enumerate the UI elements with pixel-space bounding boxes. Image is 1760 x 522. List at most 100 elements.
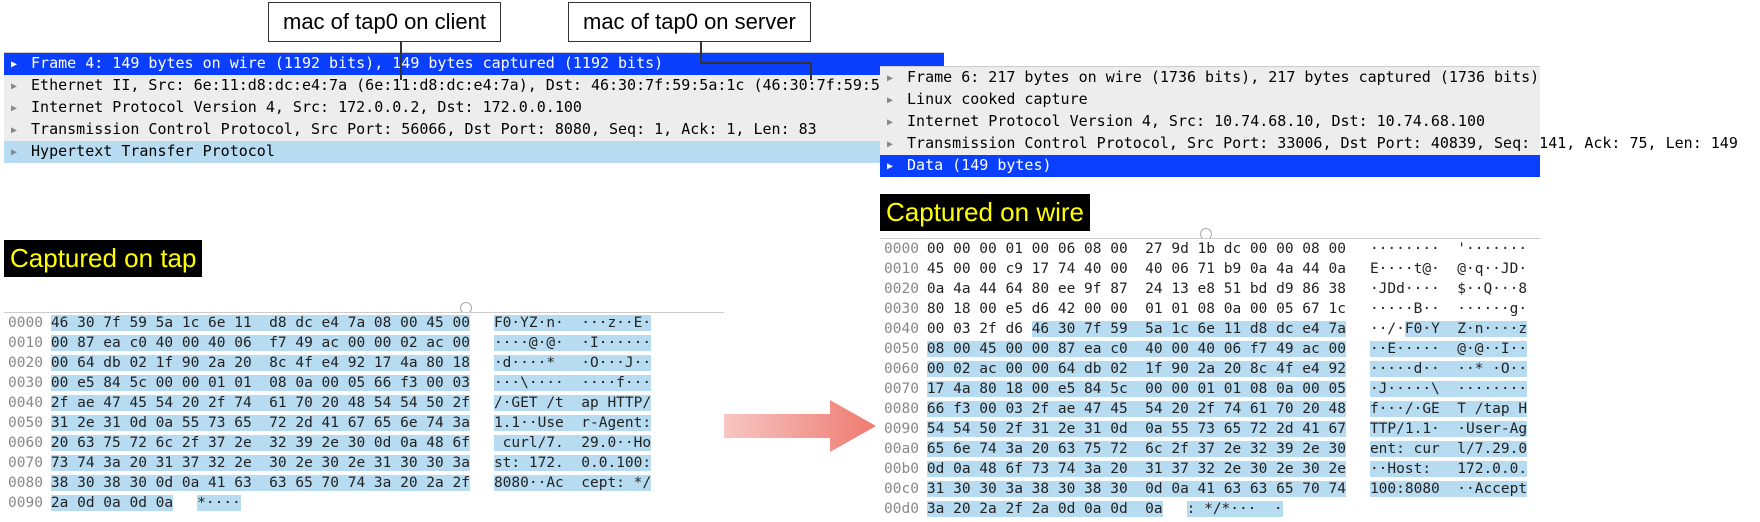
hex-ascii: ent: cur l/7.29.0: [1346, 439, 1527, 459]
callout-line-server-v2: [810, 62, 812, 80]
protocol-row[interactable]: ▶ Internet Protocol Version 4, Src: 10.7…: [880, 111, 1540, 133]
hex-offset: 0030: [4, 373, 51, 393]
label-captured-tap: Captured on tap: [4, 240, 202, 277]
hex-ascii: 8080··Ac cept: */: [470, 473, 651, 493]
hex-row[interactable]: 006020 63 75 72 6c 2f 37 2e 32 39 2e 30 …: [4, 433, 724, 453]
hex-row[interactable]: 00a065 6e 74 3a 20 63 75 72 6c 2f 37 2e …: [880, 439, 1540, 459]
hex-bytes: 65 6e 74 3a 20 63 75 72 6c 2f 37 2e 32 3…: [927, 439, 1346, 459]
hex-bytes: 54 54 50 2f 31 2e 31 0d 0a 55 73 65 72 2…: [927, 419, 1346, 439]
hex-offset: 00c0: [880, 479, 927, 499]
hex-offset: 0030: [880, 299, 927, 319]
hex-bytes: 45 00 00 c9 17 74 40 00 40 06 71 b9 0a 4…: [927, 259, 1346, 279]
expand-triangle-icon[interactable]: ▶: [6, 121, 22, 141]
protocol-text: Internet Protocol Version 4, Src: 10.74.…: [898, 112, 1485, 130]
hex-bytes: 08 00 45 00 00 87 ea c0 40 00 40 06 f7 4…: [927, 339, 1346, 359]
hex-offset: 0060: [880, 359, 927, 379]
hex-row[interactable]: 005031 2e 31 0d 0a 55 73 65 72 2d 41 67 …: [4, 413, 724, 433]
hex-offset: 0070: [880, 379, 927, 399]
hex-offset: 0010: [880, 259, 927, 279]
hex-bytes: 0d 0a 48 6f 73 74 3a 20 31 37 32 2e 30 2…: [927, 459, 1346, 479]
hex-bytes: 2f ae 47 45 54 20 2f 74 61 70 20 48 54 5…: [51, 393, 470, 413]
protocol-row[interactable]: ▶ Frame 6: 217 bytes on wire (1736 bits)…: [880, 67, 1540, 89]
hex-row[interactable]: 009054 54 50 2f 31 2e 31 0d 0a 55 73 65 …: [880, 419, 1540, 439]
hex-bytes: 73 74 3a 20 31 37 32 2e 30 2e 30 2e 31 3…: [51, 453, 470, 473]
hex-row[interactable]: 00b00d 0a 48 6f 73 74 3a 20 31 37 32 2e …: [880, 459, 1540, 479]
hex-ascii: ·d····* ·O···J··: [470, 353, 651, 373]
hex-row[interactable]: 003000 e5 84 5c 00 00 01 01 08 0a 00 05 …: [4, 373, 724, 393]
hex-bytes: 17 4a 80 18 00 e5 84 5c 00 00 01 01 08 0…: [927, 379, 1346, 399]
expand-triangle-icon[interactable]: ▶: [882, 135, 898, 155]
protocol-row[interactable]: ▶ Hypertext Transfer Protocol: [4, 141, 944, 163]
hex-bytes: 00 87 ea c0 40 00 40 06 f7 49 ac 00 00 0…: [51, 333, 470, 353]
hex-offset: 0050: [4, 413, 51, 433]
protocol-row[interactable]: ▶ Transmission Control Protocol, Src Por…: [4, 119, 944, 141]
hex-row[interactable]: 00c031 30 30 3a 38 30 38 30 0d 0a 41 63 …: [880, 479, 1540, 499]
hex-offset: 0040: [4, 393, 51, 413]
hex-row[interactable]: 007073 74 3a 20 31 37 32 2e 30 2e 30 2e …: [4, 453, 724, 473]
hex-bytes: 00 64 db 02 1f 90 2a 20 8c 4f e4 92 17 4…: [51, 353, 470, 373]
hex-ascii: ········ '·······: [1346, 239, 1527, 259]
hex-ascii: ···\···· ····f···: [470, 373, 651, 393]
hex-row[interactable]: 006000 02 ac 00 00 64 db 02 1f 90 2a 20 …: [880, 359, 1540, 379]
hex-bytes: 46 30 7f 59 5a 1c 6e 11 d8 dc e4 7a 08 0…: [51, 313, 470, 333]
hex-row[interactable]: 000000 00 00 01 00 06 08 00 27 9d 1b dc …: [880, 239, 1540, 259]
hex-row[interactable]: 008066 f3 00 03 2f ae 47 45 54 20 2f 74 …: [880, 399, 1540, 419]
protocol-row[interactable]: ▶ Transmission Control Protocol, Src Por…: [880, 133, 1540, 155]
protocol-row[interactable]: ▶ Ethernet II, Src: 6e:11:d8:dc:e4:7a (6…: [4, 75, 944, 97]
expand-triangle-icon[interactable]: ▶: [6, 77, 22, 97]
hex-bytes: 3a 20 2a 2f 2a 0d 0a 0d 0a: [927, 499, 1163, 519]
hex-row[interactable]: 004000 03 2f d6 46 30 7f 59 5a 1c 6e 11 …: [880, 319, 1540, 339]
hex-offset: 0000: [880, 239, 927, 259]
hex-row[interactable]: 00402f ae 47 45 54 20 2f 74 61 70 20 48 …: [4, 393, 724, 413]
hex-offset: 00a0: [880, 439, 927, 459]
expand-triangle-icon[interactable]: ▶: [6, 143, 22, 163]
hex-row[interactable]: 008038 30 38 30 0d 0a 41 63 63 65 70 74 …: [4, 473, 724, 493]
expand-triangle-icon[interactable]: ▶: [882, 91, 898, 111]
expand-triangle-icon[interactable]: ▶: [6, 99, 22, 119]
expand-triangle-icon[interactable]: ▶: [882, 157, 898, 177]
hex-row[interactable]: 001045 00 00 c9 17 74 40 00 40 06 71 b9 …: [880, 259, 1540, 279]
hex-ascii: ··/·F0·Y Z·n····z: [1346, 319, 1527, 339]
hex-ascii: ·····B·· ······g·: [1346, 299, 1527, 319]
hex-ascii: ·····d·· ··* ·O··: [1346, 359, 1527, 379]
protocol-text: Transmission Control Protocol, Src Port:…: [22, 120, 817, 138]
hex-ascii: *····: [173, 493, 241, 513]
protocol-text: Frame 6: 217 bytes on wire (1736 bits), …: [898, 68, 1539, 86]
hex-row[interactable]: 00d03a 20 2a 2f 2a 0d 0a 0d 0a: */*··· ·: [880, 499, 1540, 519]
hex-ascii: F0·YZ·n· ···z··E·: [470, 313, 651, 333]
hex-ascii: 1.1··Use r-Agent:: [470, 413, 651, 433]
protocol-text: Linux cooked capture: [898, 90, 1088, 108]
packet-dissection-left[interactable]: ▶ Frame 4: 149 bytes on wire (1192 bits)…: [4, 52, 944, 163]
hex-row[interactable]: 00902a 0d 0a 0d 0a*····: [4, 493, 724, 513]
protocol-row[interactable]: ▶ Internet Protocol Version 4, Src: 172.…: [4, 97, 944, 119]
hex-bytes: 2a 0d 0a 0d 0a: [51, 493, 173, 513]
hex-row[interactable]: 007017 4a 80 18 00 e5 84 5c 00 00 01 01 …: [880, 379, 1540, 399]
hex-row[interactable]: 00200a 4a 44 64 80 ee 9f 87 24 13 e8 51 …: [880, 279, 1540, 299]
protocol-row[interactable]: ▶ Linux cooked capture: [880, 89, 1540, 111]
hex-bytes: 00 03 2f d6 46 30 7f 59 5a 1c 6e 11 d8 d…: [927, 319, 1346, 339]
hex-row[interactable]: 003080 18 00 e5 d6 42 00 00 01 01 08 0a …: [880, 299, 1540, 319]
hex-offset: 0080: [880, 399, 927, 419]
hex-row[interactable]: 002000 64 db 02 1f 90 2a 20 8c 4f e4 92 …: [4, 353, 724, 373]
expand-triangle-icon[interactable]: ▶: [882, 69, 898, 89]
expand-triangle-icon[interactable]: ▶: [6, 55, 22, 75]
hex-dump-left[interactable]: 000046 30 7f 59 5a 1c 6e 11 d8 dc e4 7a …: [4, 312, 724, 513]
hex-ascii: st: 172. 0.0.100:: [470, 453, 651, 473]
hex-ascii: E····t@· @·q··JD·: [1346, 259, 1527, 279]
protocol-row[interactable]: ▶ Data (149 bytes): [880, 155, 1540, 177]
hex-ascii: ·JDd···· $··Q···8: [1346, 279, 1527, 299]
expand-triangle-icon[interactable]: ▶: [882, 113, 898, 133]
hex-offset: 0060: [4, 433, 51, 453]
protocol-row[interactable]: ▶ Frame 4: 149 bytes on wire (1192 bits)…: [4, 53, 944, 75]
packet-dissection-right[interactable]: ▶ Frame 6: 217 bytes on wire (1736 bits)…: [880, 66, 1540, 177]
arrow-icon: [720, 396, 880, 456]
hex-row[interactable]: 005008 00 45 00 00 87 ea c0 40 00 40 06 …: [880, 339, 1540, 359]
callout-line-client: [400, 40, 402, 80]
label-captured-wire: Captured on wire: [880, 194, 1090, 231]
hex-bytes: 00 02 ac 00 00 64 db 02 1f 90 2a 20 8c 4…: [927, 359, 1346, 379]
hex-row[interactable]: 000046 30 7f 59 5a 1c 6e 11 d8 dc e4 7a …: [4, 313, 724, 333]
hex-offset: 0020: [4, 353, 51, 373]
hex-bytes: 38 30 38 30 0d 0a 41 63 63 65 70 74 3a 2…: [51, 473, 470, 493]
hex-dump-right[interactable]: 000000 00 00 01 00 06 08 00 27 9d 1b dc …: [880, 238, 1540, 519]
hex-row[interactable]: 001000 87 ea c0 40 00 40 06 f7 49 ac 00 …: [4, 333, 724, 353]
